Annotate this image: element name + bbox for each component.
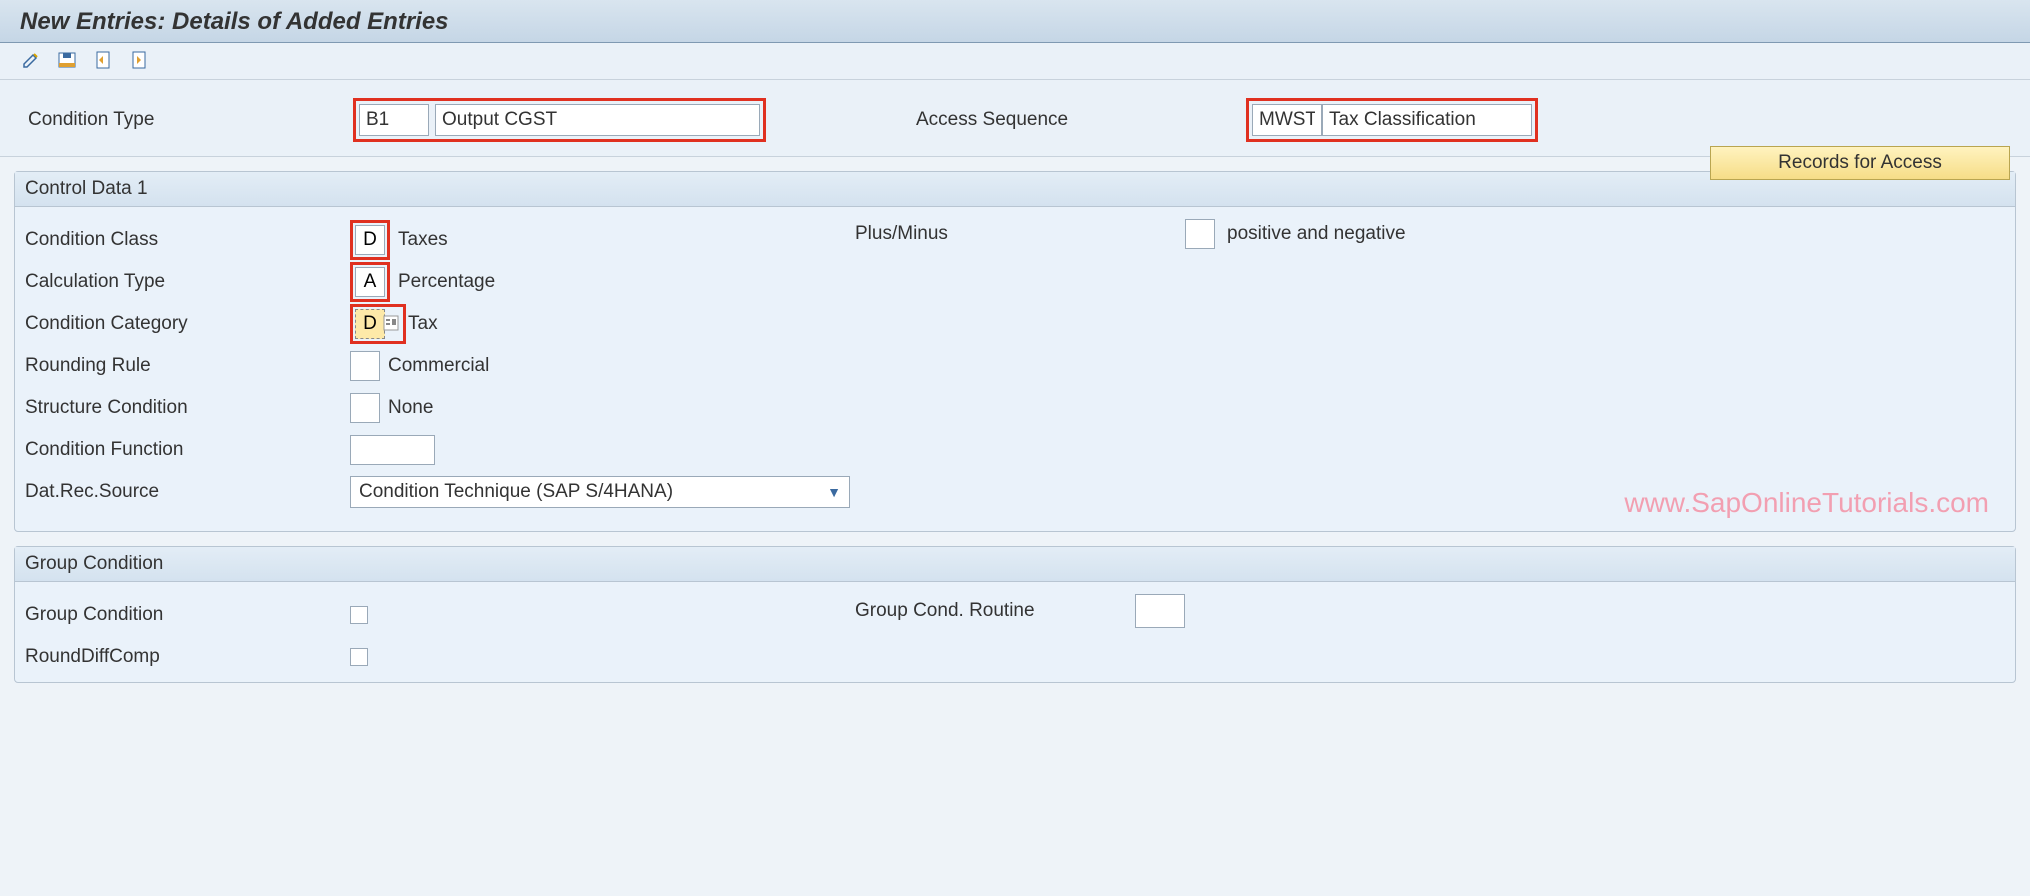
access-sequence-code-input[interactable] [1252, 104, 1322, 136]
title-bar: New Entries: Details of Added Entries [0, 0, 2030, 43]
change-icon[interactable] [20, 49, 42, 71]
rounding-rule-desc: Commercial [388, 355, 489, 377]
group-condition-panel: Group Condition Group Cond. Routine Grou… [14, 546, 2016, 683]
condition-type-code-input[interactable] [359, 104, 429, 136]
group-condition-title: Group Condition [15, 547, 2015, 582]
previous-entry-icon[interactable] [92, 49, 114, 71]
page-title: New Entries: Details of Added Entries [20, 8, 449, 35]
control-data-1-panel: Control Data 1 Plus/Minus positive and n… [14, 171, 2016, 532]
condition-class-highlight [350, 220, 390, 260]
structure-condition-desc: None [388, 397, 433, 419]
group-cond-routine-label: Group Cond. Routine [855, 600, 1135, 622]
chevron-down-icon: ▼ [827, 484, 841, 500]
plus-minus-label: Plus/Minus [855, 223, 1185, 245]
condition-function-input[interactable] [350, 435, 435, 465]
group-condition-checkbox[interactable] [350, 606, 368, 624]
condition-type-label: Condition Type [28, 109, 353, 131]
condition-type-desc-input[interactable] [435, 104, 760, 136]
plus-minus-desc: positive and negative [1227, 223, 1406, 245]
dat-rec-source-value: Condition Technique (SAP S/4HANA) [359, 481, 673, 503]
watermark: www.SapOnlineTutorials.com [1624, 487, 1989, 519]
group-condition-label: Group Condition [25, 604, 350, 626]
plus-minus-input[interactable] [1185, 219, 1215, 249]
rounddiffcomp-label: RoundDiffComp [25, 646, 350, 668]
rounding-rule-input[interactable] [350, 351, 380, 381]
toolbar [0, 43, 2030, 80]
access-sequence-label: Access Sequence [916, 109, 1246, 131]
rounddiffcomp-checkbox[interactable] [350, 648, 368, 666]
condition-category-label: Condition Category [25, 313, 350, 335]
condition-category-highlight [350, 304, 406, 344]
header-row: Condition Type Access Sequence Records f… [0, 80, 2030, 157]
f4-help-icon[interactable] [383, 315, 401, 333]
access-sequence-desc-input[interactable] [1322, 104, 1532, 136]
group-cond-routine-row: Group Cond. Routine [855, 594, 1185, 628]
condition-category-desc: Tax [408, 313, 438, 335]
calculation-type-input[interactable] [355, 267, 385, 297]
group-cond-routine-input[interactable] [1135, 594, 1185, 628]
condition-function-label: Condition Function [25, 439, 350, 461]
condition-class-input[interactable] [355, 225, 385, 255]
condition-class-label: Condition Class [25, 229, 350, 251]
condition-class-desc: Taxes [398, 229, 448, 251]
rounding-rule-label: Rounding Rule [25, 355, 350, 377]
records-for-access-button[interactable]: Records for Access [1710, 146, 2010, 180]
dat-rec-source-label: Dat.Rec.Source [25, 481, 350, 503]
next-entry-icon[interactable] [128, 49, 150, 71]
condition-type-highlight [353, 98, 766, 142]
structure-condition-label: Structure Condition [25, 397, 350, 419]
structure-condition-input[interactable] [350, 393, 380, 423]
calculation-type-label: Calculation Type [25, 271, 350, 293]
plus-minus-row: Plus/Minus positive and negative [855, 219, 1406, 249]
calculation-type-desc: Percentage [398, 271, 495, 293]
access-sequence-highlight [1246, 98, 1538, 142]
save-icon[interactable] [56, 49, 78, 71]
condition-category-input[interactable] [355, 309, 385, 339]
calculation-type-highlight [350, 262, 390, 302]
dat-rec-source-select[interactable]: Condition Technique (SAP S/4HANA) ▼ [350, 476, 850, 508]
